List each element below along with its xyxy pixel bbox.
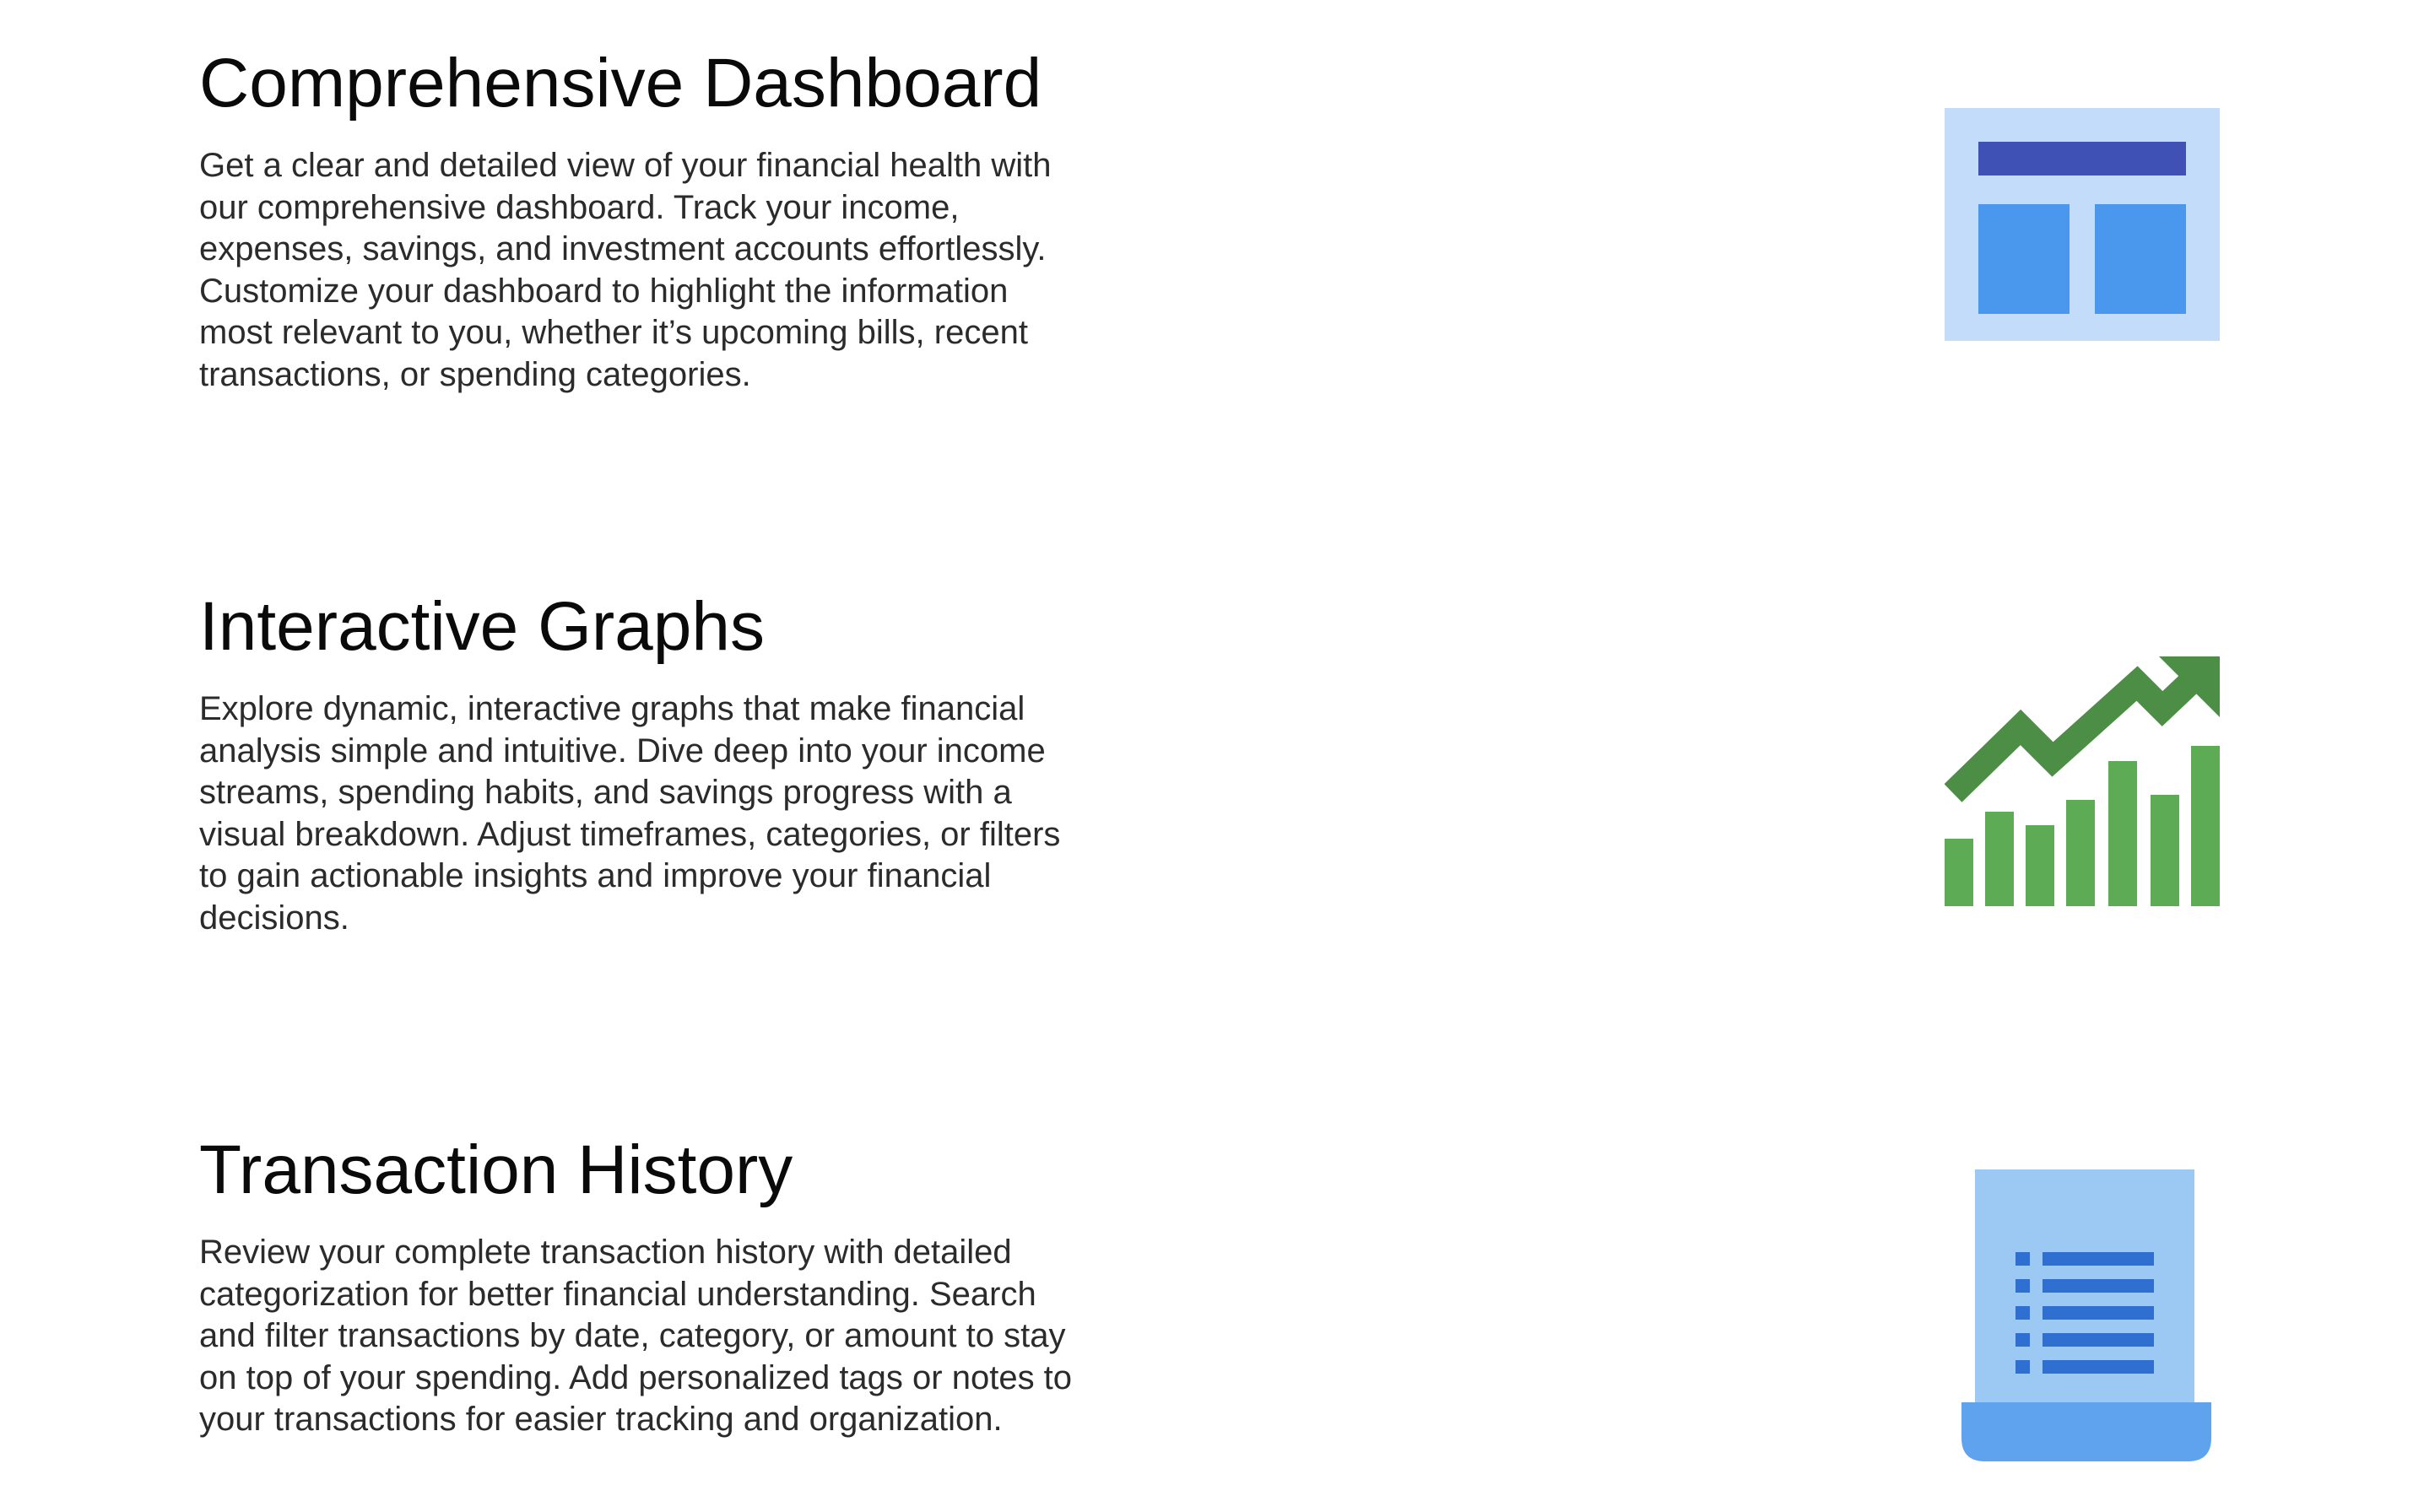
list-bullet <box>2015 1252 2030 1266</box>
chart-bar <box>2108 761 2137 906</box>
receipt-paper <box>1975 1169 2194 1423</box>
trend-line <box>1945 666 2204 802</box>
chart-bar <box>2066 800 2095 906</box>
feature-title: Interactive Graphs <box>199 588 765 665</box>
list-line <box>2043 1306 2154 1320</box>
dashboard-icon-panel-left <box>1978 204 2070 314</box>
receipt-base <box>1961 1402 2211 1461</box>
chart-bar <box>1985 812 2014 906</box>
chart-bar <box>1945 839 1973 906</box>
list-line <box>2043 1333 2154 1347</box>
chart-bar <box>2026 825 2054 906</box>
feature-description: Explore dynamic, interactive graphs that… <box>199 690 1061 937</box>
list-bullet <box>2015 1279 2030 1293</box>
list-line <box>2043 1279 2154 1293</box>
list-line <box>2043 1252 2154 1266</box>
feature-title: Transaction History <box>199 1131 793 1208</box>
dashboard-icon-header <box>1978 142 2186 176</box>
dashboard-icon-panel-right <box>2095 204 2186 314</box>
list-bullet <box>2015 1306 2030 1320</box>
chart-bar <box>2151 795 2179 906</box>
chart-bar <box>2191 746 2220 906</box>
feature-description: Get a clear and detailed view of your fi… <box>199 147 1052 393</box>
receipt-list-icon <box>1961 1169 2211 1461</box>
trending-chart-icon <box>1945 656 2220 906</box>
list-bullet <box>2015 1360 2030 1374</box>
list-line <box>2043 1360 2154 1374</box>
list-bullet <box>2015 1333 2030 1347</box>
feature-title: Comprehensive Dashboard <box>199 45 1042 122</box>
feature-description: Review your complete transaction history… <box>199 1234 1073 1438</box>
dashboard-icon <box>1945 108 2220 341</box>
